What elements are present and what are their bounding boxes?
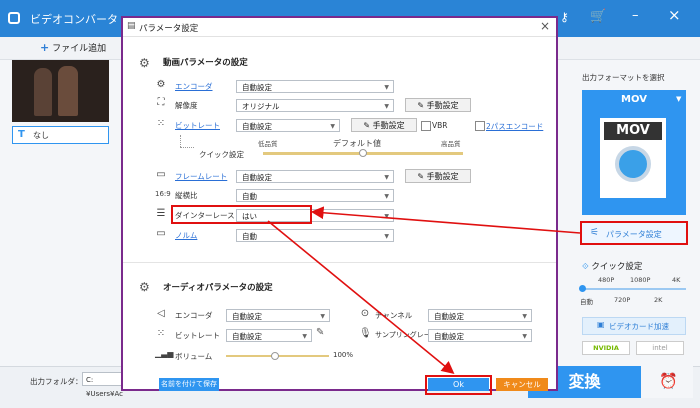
arrow-to-deinterlace bbox=[310, 206, 581, 234]
annotation-arrows bbox=[267, 206, 581, 375]
arrow-to-ok bbox=[267, 220, 455, 375]
